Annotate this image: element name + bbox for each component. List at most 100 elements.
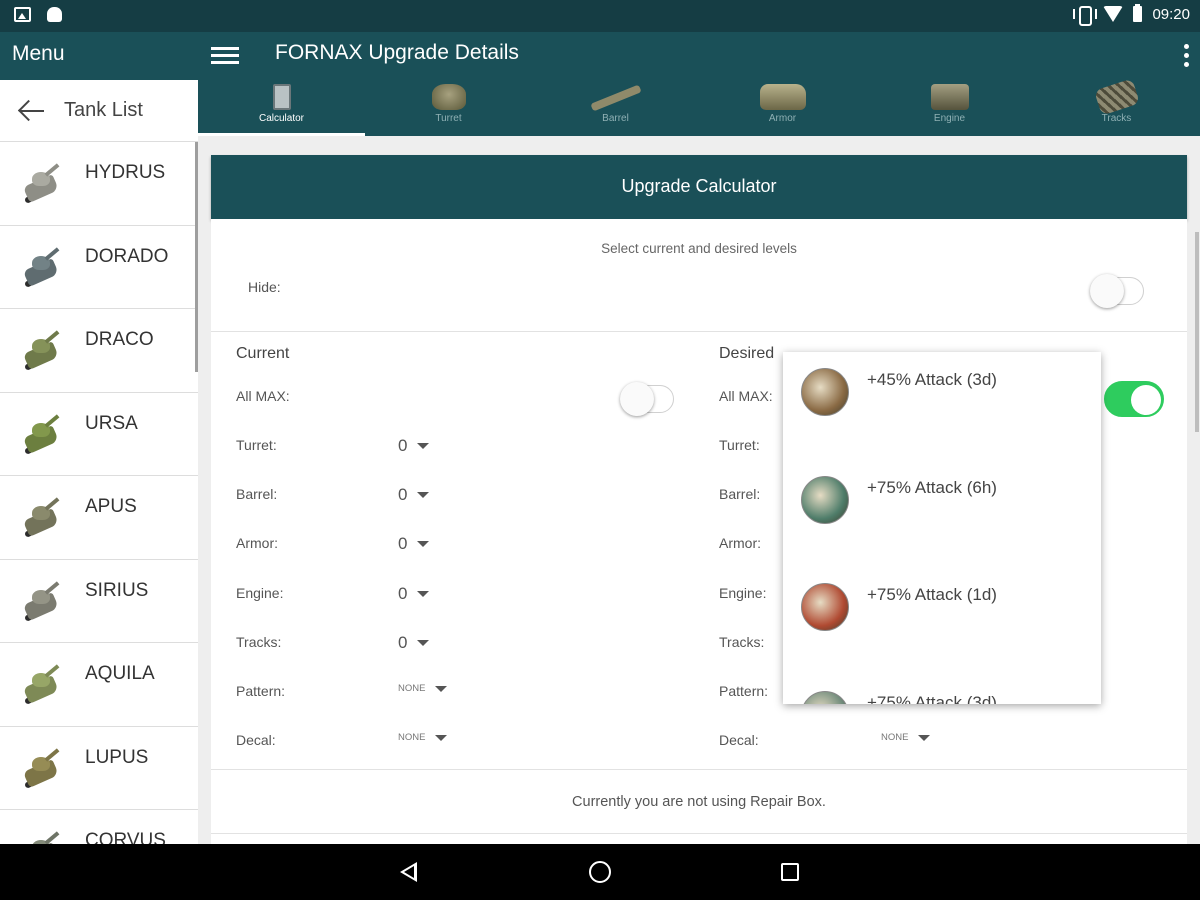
dropdown-value: NONE: [881, 732, 909, 744]
chevron-down-icon: [417, 590, 430, 597]
tank-name: APUS: [85, 496, 137, 517]
tank-list-item[interactable]: DRACO: [0, 309, 198, 393]
hamburger-menu-icon[interactable]: [211, 45, 241, 67]
tab-barrel[interactable]: Barrel: [532, 80, 699, 136]
tank-list-item[interactable]: CORVUS: [0, 810, 198, 844]
tank-thumbnail-icon: [22, 413, 62, 455]
tank-name: DRACO: [85, 329, 154, 350]
recent-apps-icon[interactable]: [781, 863, 799, 881]
current-all-max-switch[interactable]: [617, 376, 677, 416]
drawer-title: Menu: [0, 32, 198, 80]
tank-list-item[interactable]: DORADO: [0, 226, 198, 309]
content-scrollbar[interactable]: [1195, 232, 1199, 432]
tank-thumbnail-icon: [22, 246, 62, 288]
android-notification-icon: [47, 7, 62, 22]
wifi-icon: [1103, 6, 1124, 22]
boost-label: +75% Attack (3d): [867, 692, 997, 705]
armor-icon: [759, 84, 806, 110]
back-icon[interactable]: [400, 862, 417, 882]
tab-bar: Calculator Turret Barrel Armor Engine Tracks: [198, 78, 1200, 136]
tab-label: Tracks: [1101, 113, 1132, 124]
calculator-subtitle: Select current and desired levels: [601, 241, 797, 256]
current-engine-label: Engine:: [236, 584, 284, 601]
current-armor-dropdown[interactable]: 0: [398, 534, 430, 554]
tank-thumbnail-icon: [22, 580, 62, 622]
boost-option[interactable]: +75% Attack (3d): [783, 675, 1101, 705]
tank-thumbnail-icon: [22, 163, 62, 204]
home-icon[interactable]: [589, 861, 611, 883]
boost-label: +75% Attack (1d): [867, 585, 997, 604]
tab-engine[interactable]: Engine: [866, 80, 1033, 136]
status-time: 09:20: [1152, 5, 1190, 23]
desired-armor-label: Armor:: [719, 535, 761, 552]
current-barrel-dropdown[interactable]: 0: [398, 485, 430, 505]
calculator-icon: [272, 84, 291, 110]
current-decal-dropdown[interactable]: NONE: [398, 732, 448, 744]
tracks-icon: [1093, 78, 1140, 116]
desired-barrel-label: Barrel:: [719, 486, 761, 503]
hide-label: Hide:: [248, 279, 281, 295]
tab-tracks[interactable]: Tracks: [1033, 78, 1200, 136]
current-tracks-dropdown[interactable]: 0: [398, 633, 430, 653]
boost-option[interactable]: +45% Attack (3d): [783, 352, 1101, 460]
dropdown-value: 0: [398, 583, 408, 603]
tank-list-item[interactable]: AQUILA: [0, 643, 198, 727]
boost-icon: [801, 583, 849, 631]
current-pattern-dropdown[interactable]: NONE: [398, 683, 448, 694]
arrow-left-icon: [18, 100, 46, 122]
tank-list-item[interactable]: SIRIUS: [0, 560, 198, 643]
tab-label: Armor: [768, 113, 797, 124]
boost-icon: [801, 690, 849, 704]
tab-label: Calculator: [258, 113, 305, 124]
app-bar: FORNAX Upgrade Details Calculator Turret B…: [198, 32, 1200, 136]
current-engine-dropdown[interactable]: 0: [398, 583, 430, 604]
desired-decal-dropdown[interactable]: NONE: [881, 732, 931, 744]
tank-thumbnail-icon: [22, 497, 62, 538]
tank-list-label: Tank List: [64, 99, 143, 121]
chevron-down-icon: [435, 734, 448, 741]
tab-turret[interactable]: Turret: [365, 80, 532, 136]
tank-thumbnail-icon: [22, 664, 62, 705]
chevron-down-icon: [417, 492, 430, 499]
tank-name: CORVUS: [85, 830, 166, 844]
image-notification-icon: [14, 7, 31, 22]
tank-list-item[interactable]: APUS: [0, 476, 198, 560]
tank-thumbnail-icon: [22, 330, 62, 371]
current-decal-label: Decal:: [236, 732, 276, 749]
dropdown-value: 0: [398, 436, 408, 455]
current-turret-dropdown[interactable]: 0: [398, 436, 430, 456]
desired-all-max-switch[interactable]: [1104, 376, 1164, 417]
chevron-down-icon: [417, 541, 430, 548]
tank-name: LUPUS: [85, 746, 149, 768]
dropdown-value: 0: [398, 485, 408, 505]
barrel-icon: [589, 84, 642, 112]
tank-list-item[interactable]: HYDRUS: [0, 142, 198, 226]
tab-calculator[interactable]: Calculator: [198, 80, 365, 136]
tank-name: URSA: [85, 412, 138, 434]
system-navigation-bar: [0, 844, 1200, 900]
turret-icon: [431, 84, 466, 110]
boost-option[interactable]: +75% Attack (1d): [783, 567, 1101, 675]
current-tracks-label: Tracks:: [236, 633, 282, 650]
battery-icon: [1133, 4, 1143, 22]
tank-list-item[interactable]: URSA: [0, 393, 198, 476]
boost-option[interactable]: +75% Attack (6h): [783, 460, 1101, 568]
boost-icon: [801, 368, 849, 416]
boost-dropdown-popup: +45% Attack (3d) +75% Attack (6h) +75% Att…: [783, 352, 1101, 704]
desired-pattern-label: Pattern:: [719, 683, 769, 699]
overflow-menu-icon[interactable]: [1182, 44, 1190, 70]
hide-switch[interactable]: [1087, 268, 1147, 308]
desired-turret-label: Turret:: [719, 437, 760, 453]
divider: [211, 833, 1187, 834]
tab-armor[interactable]: Armor: [699, 80, 866, 136]
desired-all-max-label: All MAX:: [719, 388, 773, 404]
current-pattern-label: Pattern:: [236, 683, 286, 699]
dropdown-value: NONE: [398, 732, 426, 744]
tank-list-back-button[interactable]: Tank List: [0, 80, 198, 142]
boost-icon: [801, 475, 849, 524]
tank-list-item[interactable]: LUPUS: [0, 727, 198, 810]
boost-label: +45% Attack (3d): [867, 370, 997, 389]
page-title: FORNAX Upgrade Details: [275, 41, 519, 64]
desired-column-title: Desired: [719, 345, 775, 362]
tank-name: AQUILA: [85, 663, 155, 684]
